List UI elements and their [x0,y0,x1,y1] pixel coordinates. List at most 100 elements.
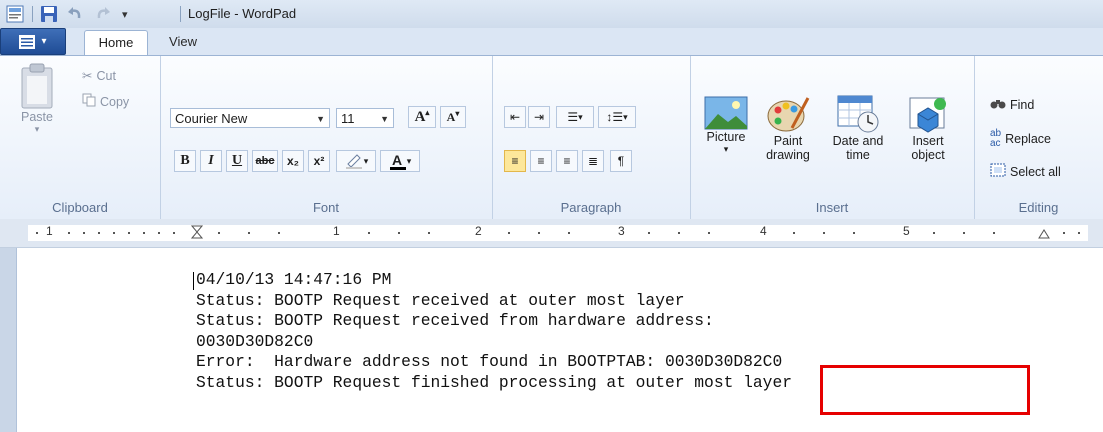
align-center-button[interactable]: ≡ [530,150,552,172]
font-size-value: 11 [341,111,355,126]
chevron-down-icon: ▾ [41,36,47,47]
strikethrough-button[interactable]: abc [252,150,278,172]
insert-object-button[interactable]: Insert object [898,94,958,162]
log-line: Status: BOOTP Request received at outer … [196,290,685,310]
log-line: Status: BOOTP Request received from hard… [196,311,714,330]
insert-group-label: Insert [815,200,849,215]
shrink-font-button[interactable]: A▾ [440,106,466,128]
select-all-button[interactable]: Select all [990,163,1061,180]
italic-button[interactable]: I [200,150,222,172]
bold-button[interactable]: B [174,150,196,172]
find-button[interactable]: Find [990,96,1034,113]
chevron-down-icon: ▼ [316,114,325,124]
ruler-tick [538,232,540,234]
left-indent-marker[interactable] [190,225,204,244]
font-color-icon: A [389,152,406,170]
datetime-label-line1: Date and [832,134,884,148]
decrease-indent-button[interactable]: ⇤ [504,106,526,128]
ruler-tick [143,232,145,234]
tab-home[interactable]: Home [84,30,148,56]
replace-label: Replace [1005,132,1051,146]
strikethrough-label: abc [255,155,275,167]
chevron-down-icon: ▾ [406,155,412,166]
date-time-button[interactable]: Date and time [826,94,890,162]
bullets-button[interactable]: ☰ ▾ [556,106,594,128]
ruler-tick [793,232,795,234]
subscript-label: x₂ [286,154,299,168]
justify-button[interactable]: ≣ [582,150,604,172]
ruler-number: 1 [333,224,340,238]
ruler-tick [963,232,965,234]
paste-button[interactable]: Paste ▾ [14,62,60,135]
titlebar-separator [180,6,181,22]
bold-label: B [180,153,190,168]
customize-dropdown-icon[interactable]: ▾ [122,5,128,23]
picture-label: Picture [706,130,746,144]
paragraph-settings-button[interactable]: ¶ [610,150,632,172]
highlighter-icon [345,154,362,169]
superscript-button[interactable]: x² [308,150,330,172]
chevron-down-icon: ▾ [363,155,369,166]
align-right-icon: ≡ [563,154,571,168]
replace-button[interactable]: ab ac Replace [990,129,1051,149]
paint-drawing-button[interactable]: Paint drawing [760,94,816,162]
highlight-box [820,365,1030,415]
paragraph-group: ⇤ ⇥ ☰ ▾ ↕☰ ▾ ≡ ≡ ≡ ≣ ¶ Paragraph [492,56,691,219]
subscript-button[interactable]: x₂ [282,150,304,172]
align-left-button[interactable]: ≡ [504,150,526,172]
decrease-indent-icon: ⇤ [509,110,521,124]
ruler-tick [568,232,570,234]
picture-icon [704,96,748,130]
align-right-button[interactable]: ≡ [556,150,578,172]
line-spacing-button[interactable]: ↕☰ ▾ [598,106,636,128]
tab-view[interactable]: View [158,30,208,54]
ruler[interactable]: 1 1 2 3 4 5 [0,219,1103,248]
ruler-number: 5 [903,224,910,238]
paint-label-line1: Paint [773,134,803,148]
ruler-tick [248,232,250,234]
chevron-down-icon: ▾ [723,144,729,154]
copy-button[interactable]: Copy [82,93,129,110]
undo-icon[interactable] [66,5,84,23]
chevron-down-icon: ▾ [578,111,583,122]
paragraph-settings-icon: ¶ [617,154,625,168]
ribbon-tabs: ▾ Home View [0,28,1103,56]
ruler-tick [853,232,855,234]
underline-button[interactable]: U [226,150,248,172]
ruler-tick [508,232,510,234]
font-size-select[interactable]: 11 ▼ [336,108,394,128]
redo-icon[interactable] [94,5,112,23]
ruler-tick [708,232,710,234]
ruler-tick [933,232,935,234]
cut-button[interactable]: ✂ Cut [82,68,116,84]
insert-picture-button[interactable]: Picture ▾ [700,96,752,155]
paint-palette-icon [767,97,810,132]
ruler-tick [648,232,650,234]
binoculars-icon [990,96,1006,113]
ruler-tick [218,232,220,234]
increase-indent-icon: ⇥ [533,110,545,124]
save-icon[interactable] [40,5,58,23]
font-color-button[interactable]: A ▾ [380,150,420,172]
highlight-color-button[interactable]: ▾ [336,150,376,172]
select-all-label: Select all [1010,164,1061,179]
grow-font-button[interactable]: A▴ [408,106,436,128]
document-margin-bar [0,248,17,432]
copy-label: Copy [100,94,130,109]
ruler-tick [398,232,400,234]
title-bar: ▾ LogFile - WordPad [0,0,1103,29]
ruler-tick [278,232,280,234]
replace-icon: ab ac [990,128,1002,149]
calendar-clock-icon [837,95,879,133]
app-menu-button[interactable]: ▾ [0,28,66,55]
ruler-tick [173,232,175,234]
app-icon[interactable] [6,5,26,23]
right-indent-marker[interactable] [1038,227,1050,242]
increase-indent-button[interactable]: ⇥ [528,106,550,128]
font-family-select[interactable]: Courier New ▼ [170,108,330,128]
svg-text:A: A [392,152,402,168]
titlebar-separator [32,6,33,22]
text-caret [193,272,194,290]
ruler-track: 1 1 2 3 4 5 [28,224,1088,244]
ruler-tick [98,232,100,234]
